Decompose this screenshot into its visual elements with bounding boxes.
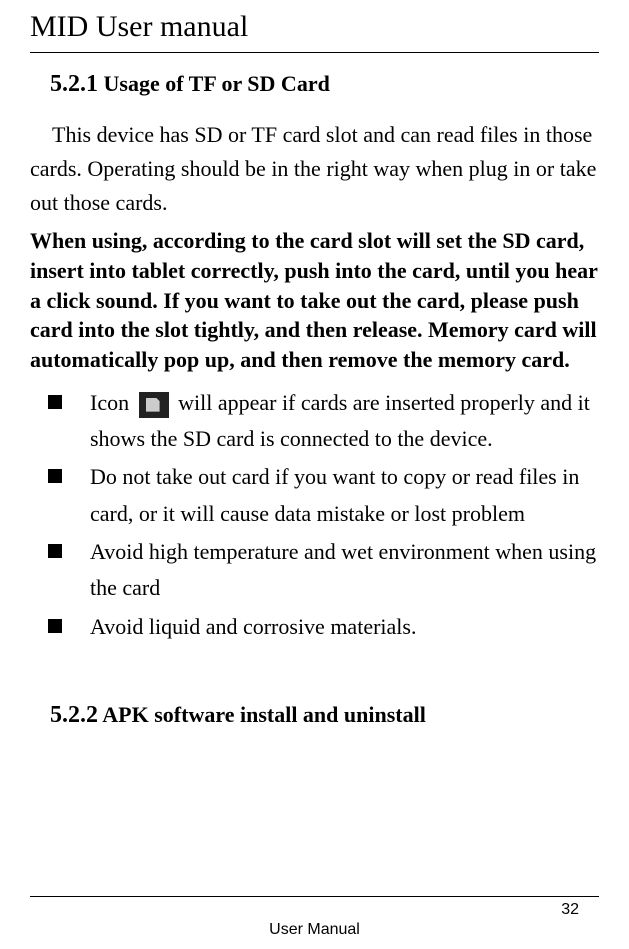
section-heading-2: 5.2.2 APK software install and uninstall [50,702,599,729]
footer-divider [30,896,599,897]
square-bullet-icon [48,619,62,633]
section-number-2: 5.2.2 [50,702,98,728]
sd-card-icon [139,392,169,418]
section-title-2: APK software install and uninstall [102,702,426,727]
square-bullet-icon [48,544,62,558]
page-number: 32 [30,901,599,919]
section-heading-1: 5.2.1 Usage of TF or SD Card [50,71,599,98]
footer: 32 User Manual [30,896,599,939]
square-bullet-icon [48,395,62,409]
bullet-text: Avoid liquid and corrosive materials. [90,614,416,639]
bullet-text: Do not take out card if you want to copy… [90,464,579,525]
bullet-text: Avoid high temperature and wet environme… [90,539,596,600]
list-item: Icon will appear if cards are inserted p… [30,385,599,458]
list-item: Avoid liquid and corrosive materials. [30,609,599,645]
document-title: MID User manual [30,10,599,44]
bullet-text-prefix: Icon [90,390,135,415]
list-item: Do not take out card if you want to copy… [30,459,599,532]
list-item: Avoid high temperature and wet environme… [30,534,599,607]
intro-paragraph: This device has SD or TF card slot and c… [30,118,599,220]
section-title-1: Usage of TF or SD Card [104,71,330,96]
header-divider [30,52,599,53]
bullet-list: Icon will appear if cards are inserted p… [30,385,599,645]
footer-label: User Manual [30,921,599,939]
instruction-bold-block: When using, according to the card slot w… [30,226,599,374]
square-bullet-icon [48,469,62,483]
section-number-1: 5.2.1 [50,71,98,97]
